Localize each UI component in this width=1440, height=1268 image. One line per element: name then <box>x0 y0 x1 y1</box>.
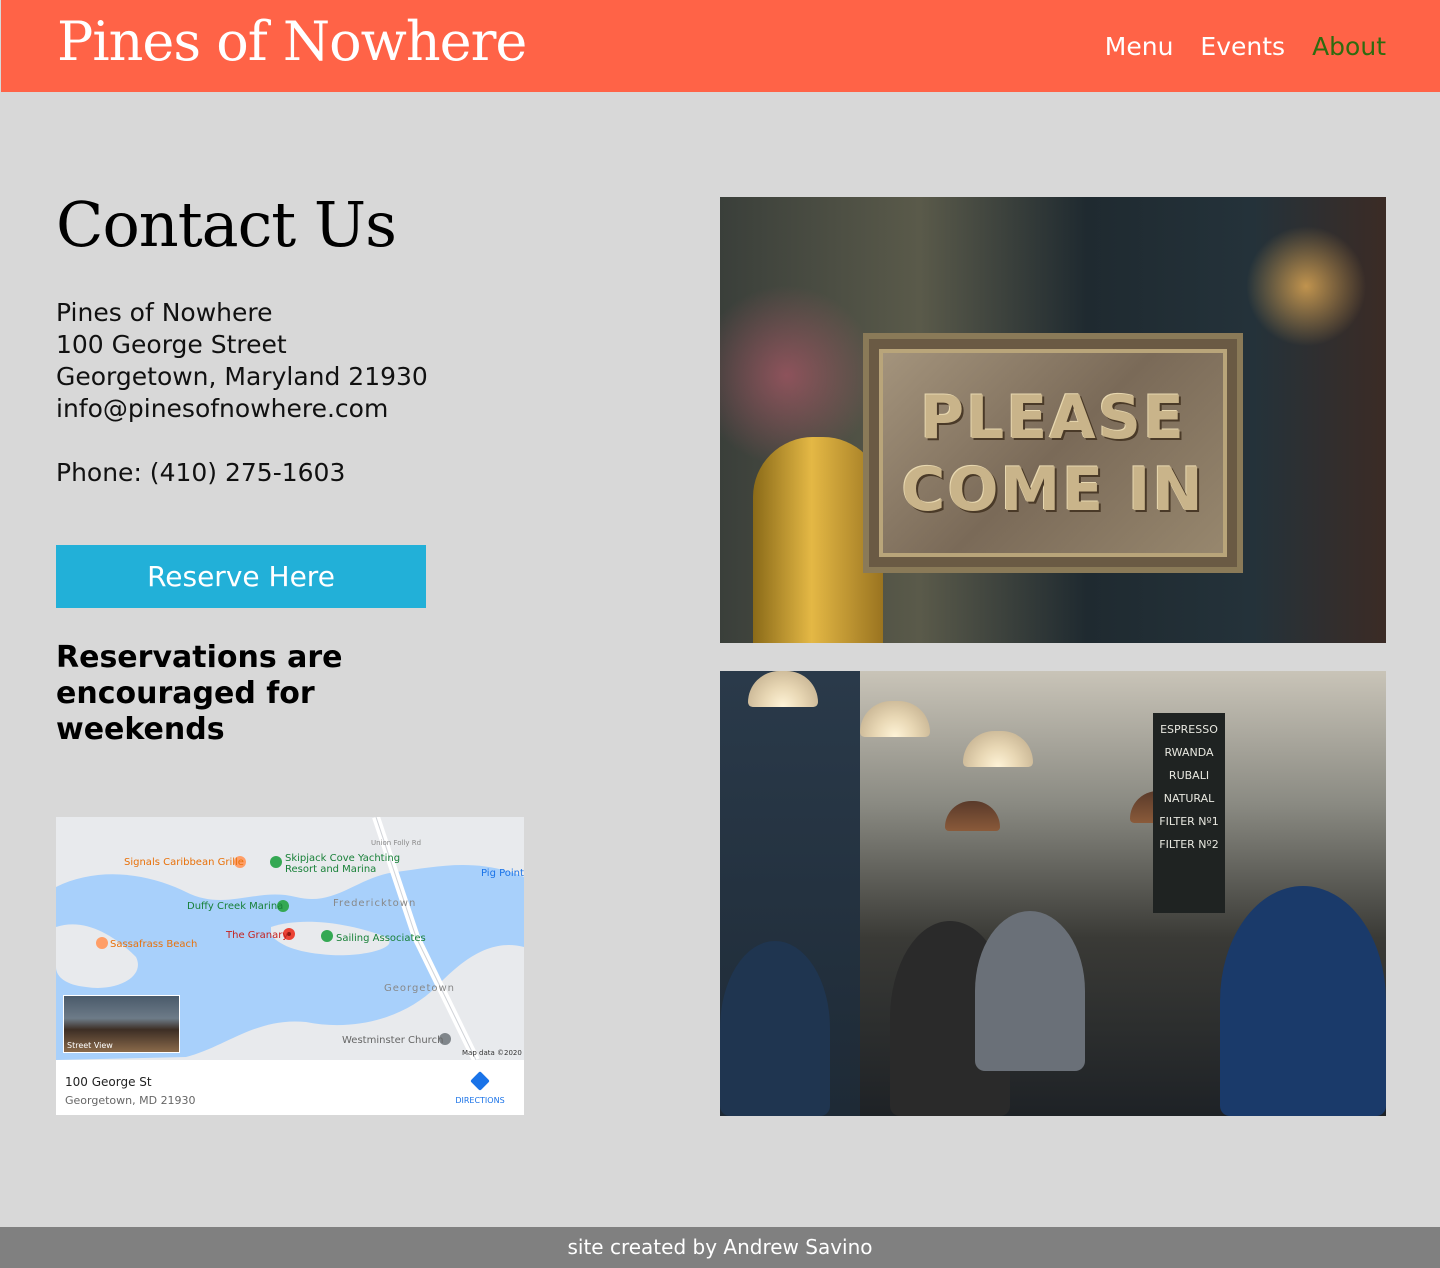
photo-cafe-interior: ESPRESSO RWANDA RUBALI NATURAL FILTER Nº… <box>720 671 1386 1116</box>
nav-events[interactable]: Events <box>1200 31 1285 63</box>
sign-text-line1: PLEASE <box>920 383 1186 453</box>
map-label-granary: The Granary <box>226 930 289 941</box>
streetview-thumbnail[interactable]: Street View <box>63 995 180 1053</box>
board-line: RUBALI <box>1168 769 1210 782</box>
map-label-sailing: Sailing Associates <box>336 933 426 944</box>
pendant-lamp <box>945 801 1000 831</box>
pendant-lamp <box>860 701 930 737</box>
brass-sign: PLEASE COME IN <box>863 333 1243 573</box>
map-data-credit: Map data ©2020 <box>462 1049 522 1057</box>
patron <box>720 941 830 1116</box>
nav-menu[interactable]: Menu <box>1105 31 1174 63</box>
board-line: ESPRESSO <box>1160 723 1218 736</box>
map-label-georgetown: Georgetown <box>384 983 456 994</box>
site-footer: site created by Andrew Savino <box>0 1227 1440 1268</box>
directions-button[interactable]: DIRECTIONS <box>454 1071 506 1105</box>
nav-about[interactable]: About <box>1312 31 1386 63</box>
pendant-lamp <box>963 731 1033 767</box>
map-card-subtitle: Georgetown, MD 21930 <box>65 1094 196 1107</box>
page-title: Contact Us <box>56 188 397 261</box>
patron <box>975 911 1085 1071</box>
map-label-union: Union Folly Rd <box>371 839 422 847</box>
map-label-sassafras: Sassafrass Beach <box>110 939 198 950</box>
contact-email[interactable]: info@pinesofnowhere.com <box>56 393 428 425</box>
board-line: FILTER Nº1 <box>1159 815 1219 828</box>
map-label-signals: Signals Caribbean Grille <box>124 857 244 868</box>
menu-chalkboard: ESPRESSO RWANDA RUBALI NATURAL FILTER Nº… <box>1153 713 1225 913</box>
main-nav: Menu Events About <box>1105 31 1386 63</box>
board-line: NATURAL <box>1163 792 1215 805</box>
contact-phone: Phone: (410) 275-1603 <box>56 458 346 487</box>
address-street: 100 George Street <box>56 330 287 359</box>
map-label-fredericktown: Fredericktown <box>333 898 417 909</box>
contact-address: Pines of Nowhere 100 George Street Georg… <box>56 297 428 489</box>
map-label-duffy: Duffy Creek Marina <box>187 901 284 912</box>
location-map[interactable]: Signals Caribbean Grille Skipjack Cove Y… <box>56 817 524 1115</box>
map-label-pigpoint: Pig Point <box>481 868 524 879</box>
footer-credit: site created by Andrew Savino <box>567 1235 873 1259</box>
sign-text-line2: COME IN <box>901 455 1205 525</box>
board-line: FILTER Nº2 <box>1159 838 1219 851</box>
map-label-westminster: Westminster Church <box>342 1035 444 1046</box>
map-label-skipjack-2: Resort and Marina <box>285 864 377 875</box>
photo-please-come-in-sign: PLEASE COME IN <box>720 197 1386 643</box>
patron <box>1220 886 1386 1116</box>
site-header: Pines of Nowhere Menu Events About <box>1 0 1440 92</box>
map-card-title: 100 George St <box>65 1075 152 1089</box>
address-name: Pines of Nowhere <box>56 298 273 327</box>
address-city: Georgetown, Maryland 21930 <box>56 362 428 391</box>
streetview-label: Street View <box>67 1041 113 1050</box>
map-label-skipjack: Skipjack Cove Yachting <box>285 853 401 864</box>
board-line: RWANDA <box>1164 746 1214 759</box>
site-brand[interactable]: Pines of Nowhere <box>57 10 527 73</box>
directions-icon <box>470 1071 490 1091</box>
directions-label: DIRECTIONS <box>455 1096 505 1105</box>
reservation-note: Reservations are encouraged for weekends <box>56 640 343 747</box>
reserve-button[interactable]: Reserve Here <box>56 545 426 608</box>
